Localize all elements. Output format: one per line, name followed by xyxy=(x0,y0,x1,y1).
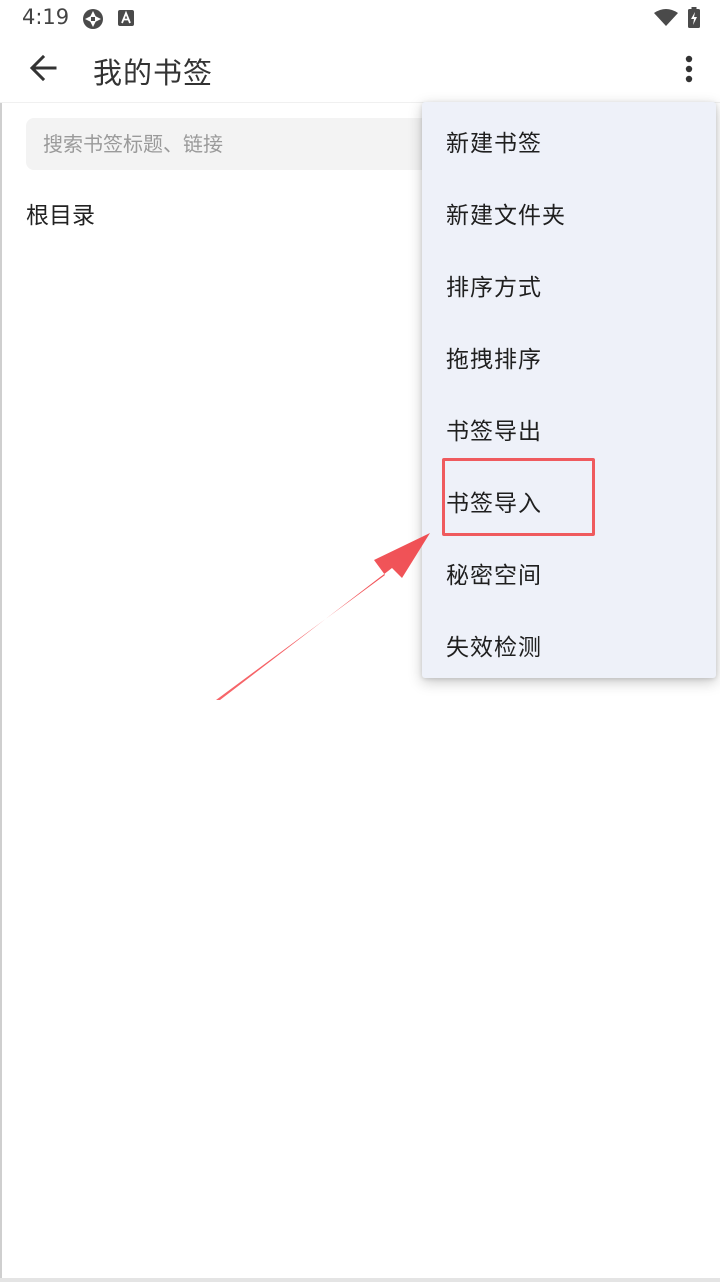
menu-item-label: 新建文件夹 xyxy=(446,203,566,229)
menu-item-label: 排序方式 xyxy=(446,275,542,301)
menu-item-label: 新建书签 xyxy=(446,131,542,157)
menu-item-export-bookmarks[interactable]: 书签导出 xyxy=(422,390,716,462)
menu-item-dead-link-check[interactable]: 失效检测 xyxy=(422,606,716,678)
left-edge xyxy=(0,0,2,1282)
app-bar: 我的书签 xyxy=(0,36,720,103)
page-title: 我的书签 xyxy=(93,56,214,90)
menu-item-label: 秘密空间 xyxy=(446,563,542,589)
menu-item-label: 失效检测 xyxy=(446,635,542,661)
search-input[interactable] xyxy=(26,118,466,170)
arrow-shape xyxy=(216,533,430,700)
battery-icon xyxy=(688,7,700,28)
overflow-menu: 新建书签 新建文件夹 排序方式 拖拽排序 书签导出 书签导入 秘密空间 失效检测 xyxy=(422,102,716,678)
status-time: 4:19 xyxy=(22,5,70,29)
a-badge-icon xyxy=(118,10,134,26)
more-vertical-icon[interactable] xyxy=(672,50,706,90)
bottom-edge xyxy=(0,1278,720,1282)
wifi-icon xyxy=(654,9,678,26)
menu-item-secret-space[interactable]: 秘密空间 xyxy=(422,534,716,606)
status-bar: 4:19 xyxy=(0,0,720,36)
menu-item-sort-mode[interactable]: 排序方式 xyxy=(422,246,716,318)
menu-item-drag-sort[interactable]: 拖拽排序 xyxy=(422,318,716,390)
menu-item-label: 书签导出 xyxy=(446,419,542,445)
arrow-left-icon[interactable] xyxy=(26,50,62,86)
menu-item-label: 拖拽排序 xyxy=(446,347,542,373)
menu-item-label: 书签导入 xyxy=(446,491,542,517)
aperture-icon xyxy=(83,9,103,29)
menu-item-new-folder[interactable]: 新建文件夹 xyxy=(422,174,716,246)
menu-item-new-bookmark[interactable]: 新建书签 xyxy=(422,102,716,174)
menu-item-import-bookmarks[interactable]: 书签导入 xyxy=(422,462,716,534)
root-folder-label[interactable]: 根目录 xyxy=(26,196,95,230)
